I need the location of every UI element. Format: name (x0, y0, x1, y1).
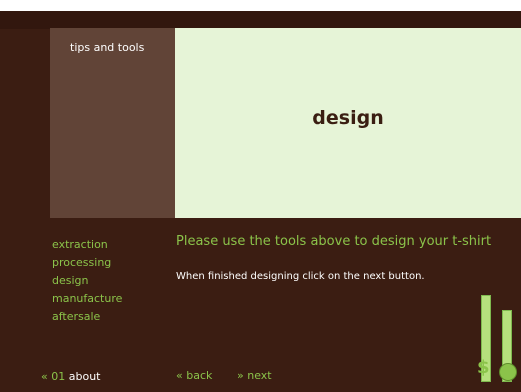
dollar-icon: $ (477, 357, 490, 378)
about-number: « 01 (41, 370, 66, 383)
step-extraction[interactable]: extraction (52, 236, 162, 254)
step-design[interactable]: design (52, 272, 162, 290)
step-processing[interactable]: processing (52, 254, 162, 272)
tips-title: tips and tools (70, 41, 145, 54)
back-button[interactable]: « back (176, 369, 212, 382)
top-bar (0, 11, 521, 29)
eco-leaf-icon (499, 363, 517, 381)
tips-panel: tips and tools (50, 28, 175, 218)
about-label: about (68, 370, 101, 383)
step-aftersale[interactable]: aftersale (52, 308, 162, 326)
next-button[interactable]: » next (237, 369, 272, 382)
app-frame: tips and tools design extraction process… (0, 11, 521, 392)
instructions-title: Please use the tools above to design you… (176, 234, 492, 249)
about-link[interactable]: « 01 about (41, 370, 100, 383)
canvas-title: design (312, 107, 384, 129)
steps-nav: extraction processing design manufacture… (52, 236, 162, 326)
instructions-subtitle: When finished designing click on the nex… (176, 271, 425, 282)
step-manufacture[interactable]: manufacture (52, 290, 162, 308)
design-canvas[interactable]: design (175, 28, 521, 218)
